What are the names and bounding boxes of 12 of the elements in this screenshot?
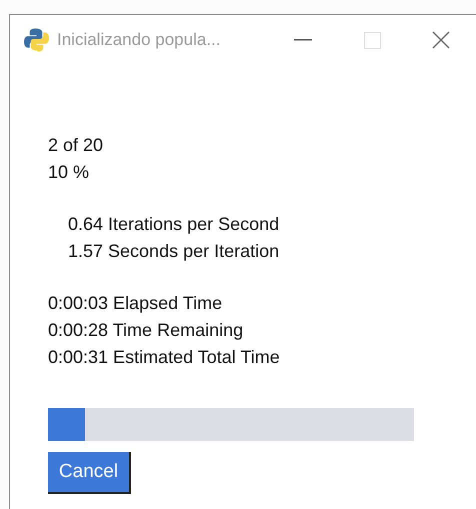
status-text: 0:00:03 Elapsed Time [48, 292, 224, 316]
status-text: 0.64 Iterations per Second [68, 213, 280, 236]
status-text: 10 % [48, 160, 90, 184]
status-text: 2 of 20 [48, 134, 104, 157]
minimize-icon[interactable] [294, 39, 312, 41]
window-title: Inicializando popula... [56, 30, 222, 50]
close-icon[interactable] [432, 31, 450, 49]
snake-logo-icon [24, 27, 49, 53]
status-text: 1.57 Seconds per Iteration [68, 240, 280, 263]
cancel-button[interactable]: Cancel [48, 452, 131, 494]
status-text: 0:00:28 Time Remaining [48, 318, 244, 342]
status-text: 0:00:31 Estimated Total Time [48, 346, 281, 369]
